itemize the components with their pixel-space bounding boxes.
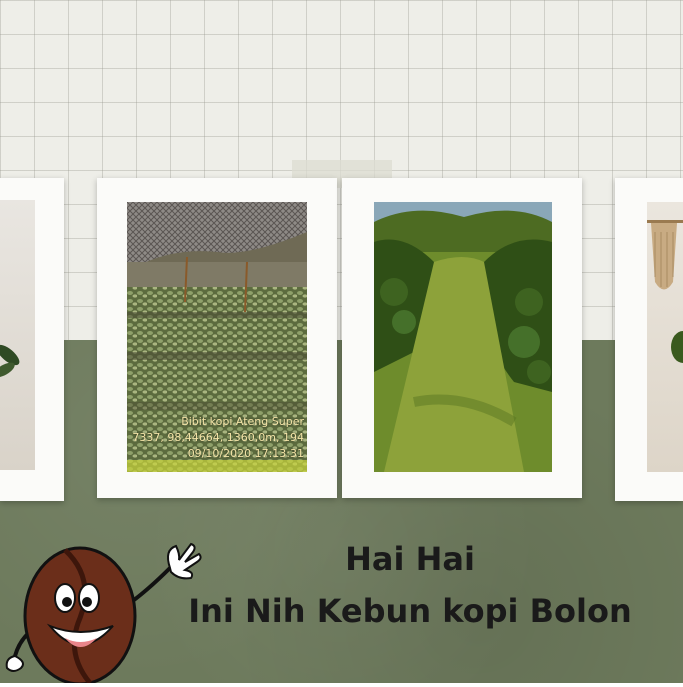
photo-caption-timestamp: 09/10/2020 17:13:31	[187, 447, 304, 460]
headline-title: Ini Nih Kebun kopi Bolon	[188, 592, 632, 630]
garden-image	[374, 202, 552, 472]
photo-frame-garden	[342, 178, 582, 498]
photo-left-partial	[0, 200, 35, 470]
photo-frame-right-partial	[615, 178, 683, 501]
headline-greeting: Hai Hai	[345, 540, 475, 578]
leaf-decor-icon	[0, 344, 20, 378]
photo-frame-left-partial	[0, 178, 64, 501]
photo-caption-coordinates: 7337, 98,44664, 1360,0m, 194	[132, 431, 304, 444]
photo-right-partial	[647, 202, 683, 472]
photo-caption-title: Bibit kopi Ateng Super	[181, 415, 304, 428]
wall-hanging-icon	[647, 220, 683, 363]
photo-coffee-seedlings: Bibit kopi Ateng Super 7337, 98,44664, 1…	[127, 202, 307, 472]
photo-coffee-garden	[374, 202, 552, 472]
photo-frame-seedlings: Bibit kopi Ateng Super 7337, 98,44664, 1…	[97, 178, 337, 498]
